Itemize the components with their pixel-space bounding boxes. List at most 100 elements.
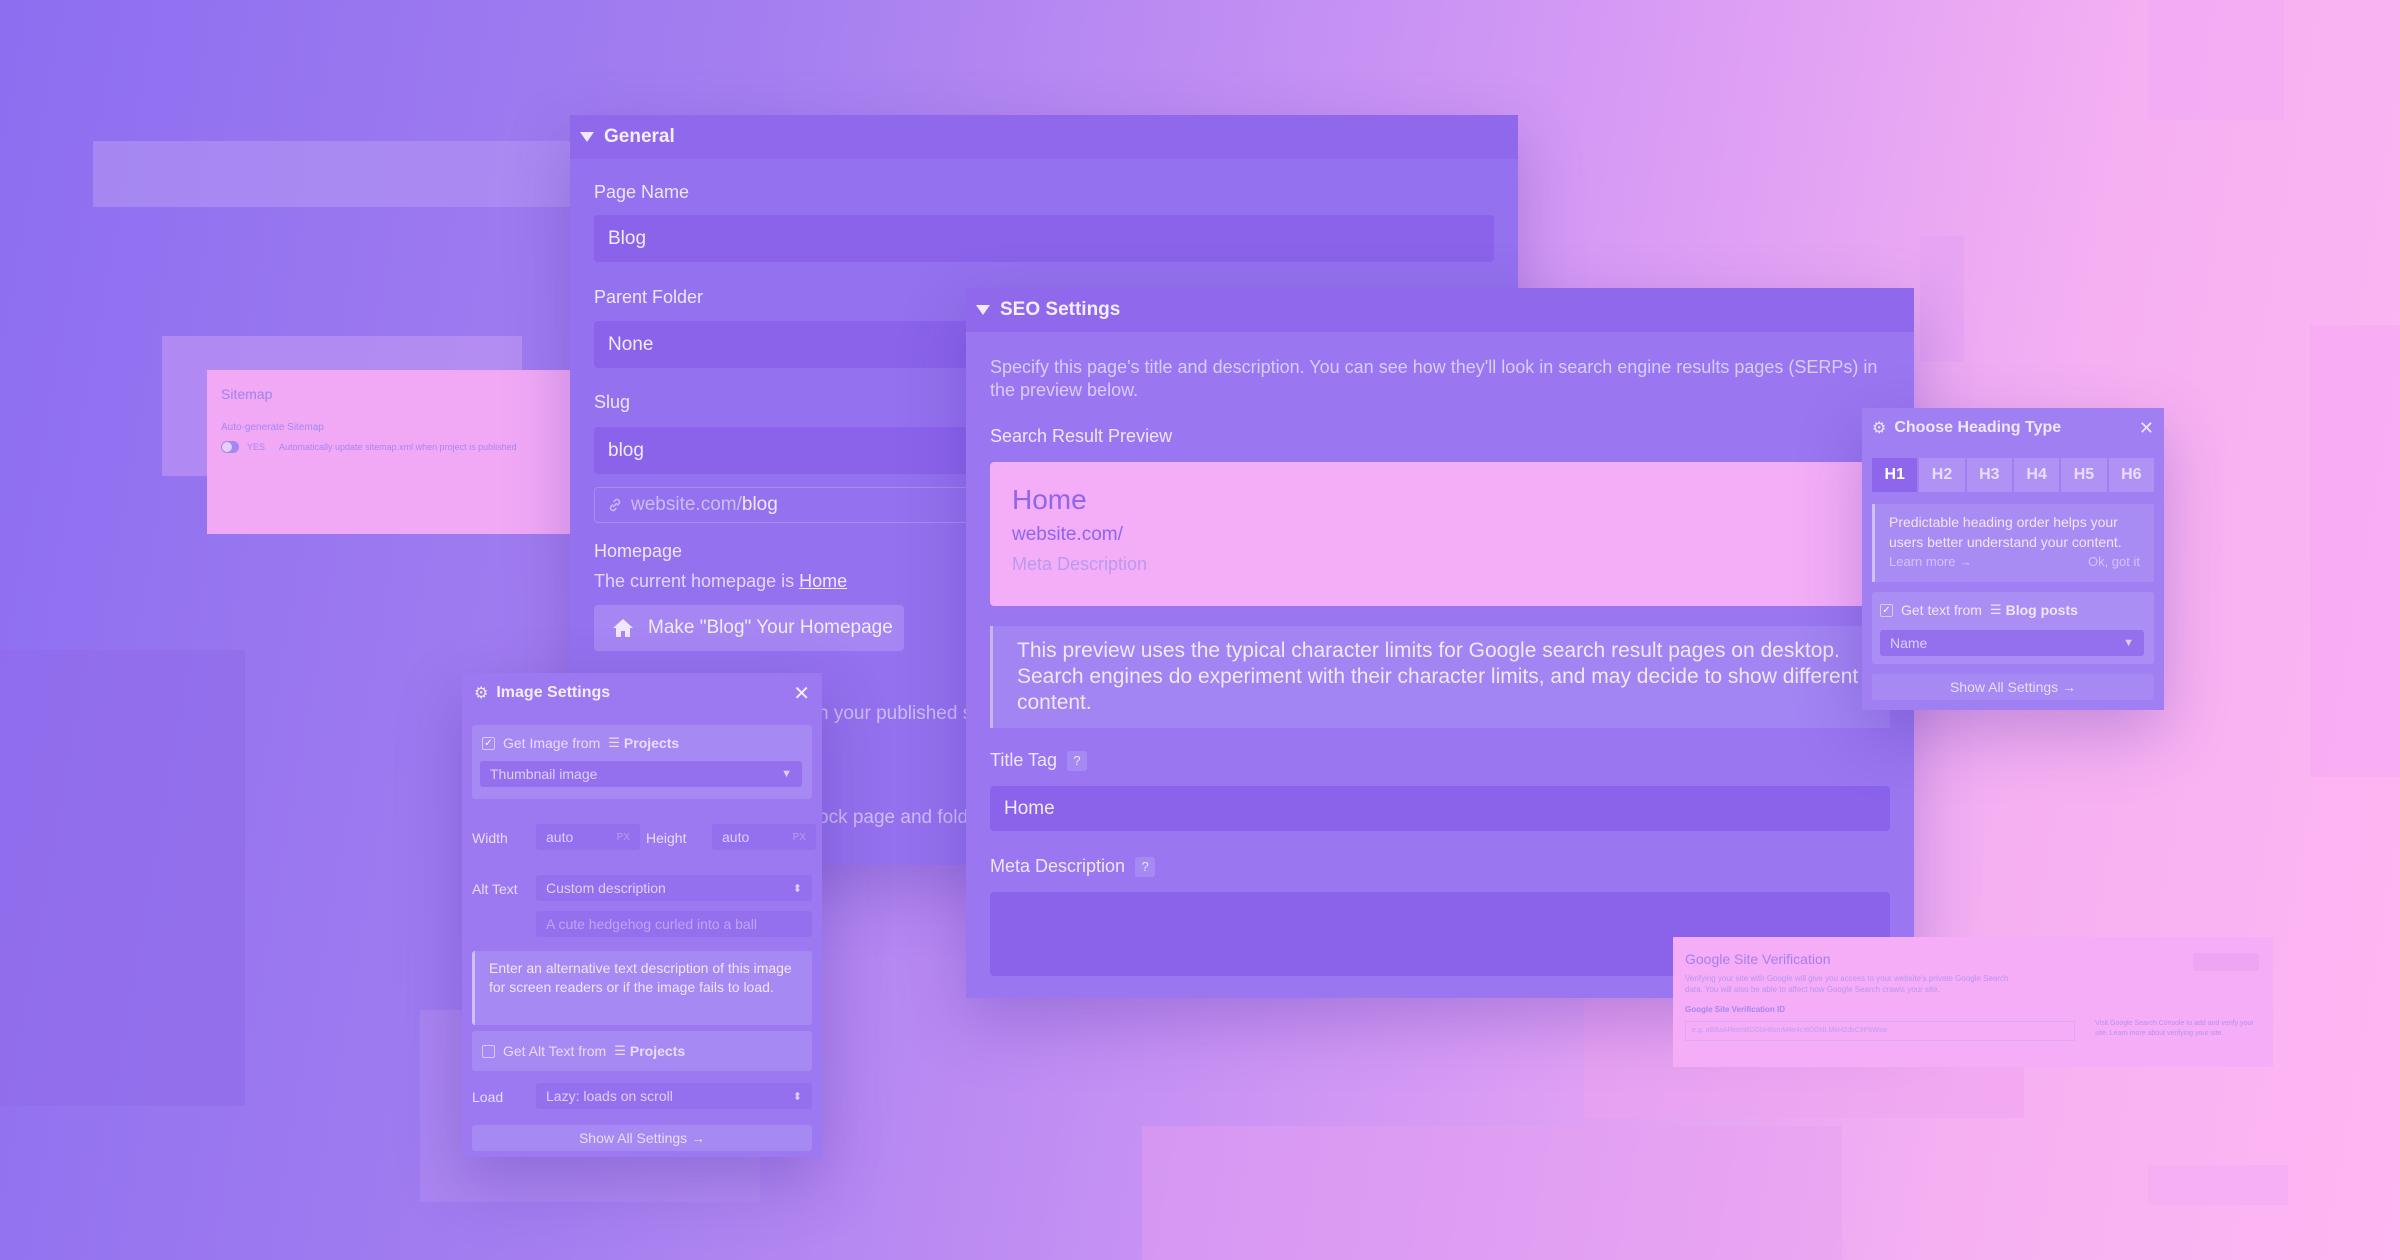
check-icon[interactable]: ✓	[1880, 603, 1893, 617]
chevron-down-icon: ▼	[781, 768, 792, 780]
homepage-link[interactable]: Home	[799, 571, 847, 591]
stack-icon: ☰	[614, 1043, 626, 1058]
partial-text-2: ock page and fold	[818, 807, 969, 828]
image-source-select[interactable]: Thumbnail image ▼	[480, 761, 802, 787]
tab-h6[interactable]: H6	[2108, 458, 2154, 492]
alt-text-mode-select[interactable]: Custom description ⬍	[536, 875, 812, 901]
search-result-preview: Home website.com/ Meta Description	[990, 462, 1890, 606]
get-alt-from-label: Get Alt Text from	[503, 1043, 607, 1059]
image-show-all-button[interactable]: Show All Settings →	[472, 1125, 812, 1151]
preview-note: This preview uses the typical character …	[990, 626, 1890, 728]
heading-field-select[interactable]: Name ▼	[1880, 630, 2144, 656]
make-homepage-button[interactable]: Make "Blog" Your Homepage	[594, 605, 904, 651]
homepage-text: The current homepage is Home	[594, 571, 847, 592]
heading-show-all-button[interactable]: Show All Settings →	[1872, 674, 2154, 700]
image-settings-title: Image Settings	[496, 684, 611, 701]
heading-type-panel: ⚙ Choose Heading Type ✕ H1 H2 H3 H4 H5 H…	[1862, 408, 2164, 710]
link-icon	[609, 498, 621, 512]
triangle-down-icon	[580, 132, 594, 142]
tab-h3[interactable]: H3	[1966, 458, 2012, 492]
check-icon[interactable]: ✓	[482, 736, 495, 750]
general-title: General	[604, 126, 675, 147]
sitemap-toggle-desc: Automatically update sitemap.xml when pr…	[279, 442, 517, 452]
partial-text-1: n your published s	[818, 703, 973, 724]
height-value: auto	[722, 829, 750, 845]
search-preview-label: Search Result Preview	[990, 426, 1173, 446]
tab-h2[interactable]: H2	[1919, 458, 1965, 492]
meta-description-label-row: Meta Description ?	[990, 856, 1156, 877]
tab-h1[interactable]: H1	[1872, 458, 1918, 492]
seo-title: SEO Settings	[1000, 299, 1121, 320]
ok-got-it-button[interactable]: Ok, got it	[2088, 552, 2140, 572]
gsv-button[interactable]	[2193, 953, 2259, 971]
alt-text-label: Alt Text	[472, 881, 518, 897]
sitemap-toggle[interactable]	[221, 441, 239, 453]
image-settings-panel: ⚙ Image Settings ✕ ✓ Get Image from ☰ Pr…	[462, 673, 822, 1157]
gear-icon: ⚙	[1872, 420, 1887, 437]
homepage-text-prefix: The current homepage is	[594, 571, 800, 591]
make-homepage-label: Make "Blog" Your Homepage	[648, 617, 893, 638]
bg-rect-8	[2310, 325, 2400, 777]
question-icon[interactable]: ?	[1135, 856, 1156, 877]
heading-header: ⚙ Choose Heading Type ✕	[1862, 408, 2164, 448]
homepage-label: Homepage	[594, 541, 683, 561]
height-unit: PX	[792, 831, 806, 843]
bg-rect-7	[2148, 0, 2284, 120]
width-value: auto	[546, 829, 574, 845]
gsv-input[interactable]: e.g. aBBaAf4mmBDGbH8xmM4e4cI6D0XtLMkHZdk…	[1685, 1021, 2075, 1041]
get-alt-box: Get Alt Text from ☰ Projects	[472, 1031, 812, 1071]
serp-meta: Meta Description	[1012, 554, 1148, 574]
gsv-side-text: Visit Google Search Console to add and v…	[2095, 1020, 2254, 1037]
gsv-title: Google Site Verification	[1685, 951, 1831, 967]
close-icon[interactable]: ✕	[2139, 418, 2154, 439]
bg-rect-1	[93, 141, 593, 207]
projects-label: Projects	[623, 735, 680, 751]
title-tag-input[interactable]: Home	[990, 786, 1890, 831]
tab-h4[interactable]: H4	[2013, 458, 2060, 492]
slug-url-slug: blog	[741, 494, 778, 515]
gsv-field-label: Google Site Verification ID	[1685, 1005, 1786, 1014]
alt-source-checkbox[interactable]	[482, 1044, 495, 1058]
width-input[interactable]: auto PX	[536, 824, 640, 850]
load-select[interactable]: Lazy: loads on scroll ⬍	[536, 1083, 812, 1109]
alt-text-input[interactable]: A cute hedgehog curled into a ball	[536, 911, 812, 937]
width-label: Width	[472, 830, 508, 846]
get-text-box: ✓ Get text from ☰ Blog posts Name ▼	[1872, 592, 2154, 664]
image-source-value: Thumbnail image	[490, 766, 598, 782]
question-icon[interactable]: ?	[1067, 750, 1088, 771]
heading-title: Choose Heading Type	[1894, 419, 2062, 436]
close-icon[interactable]: ✕	[793, 681, 810, 706]
learn-more-link[interactable]: Learn more →	[1889, 552, 1972, 572]
parent-folder-select[interactable]: None	[594, 321, 984, 368]
load-value: Lazy: loads on scroll	[546, 1088, 673, 1104]
general-header[interactable]: General	[570, 115, 1518, 159]
bg-rect-3	[0, 650, 245, 1106]
get-image-from-label: Get Image from	[503, 735, 601, 751]
tab-h5[interactable]: H5	[2061, 458, 2107, 492]
alt-text-mode-value: Custom description	[546, 880, 666, 896]
height-label: Height	[646, 830, 687, 846]
stack-icon: ☰	[1989, 602, 2002, 617]
parent-folder-label: Parent Folder	[594, 287, 704, 307]
page-name-label: Page Name	[594, 182, 690, 202]
home-icon	[613, 619, 633, 637]
bg-rect-10	[2148, 1165, 2288, 1205]
alt-note: Enter an alternative text description of…	[472, 951, 812, 1025]
heading-tabs: H1 H2 H3 H4 H5 H6	[1872, 458, 2154, 492]
stack-icon: ☰	[608, 735, 620, 750]
page-name-input[interactable]: Blog	[594, 215, 1494, 262]
title-tag-label: Title Tag	[990, 750, 1058, 770]
get-image-box: ✓ Get Image from ☰ Projects Thumbnail im…	[472, 725, 812, 799]
slug-url[interactable]: website.com/blog	[594, 487, 994, 523]
height-input[interactable]: auto PX	[712, 824, 816, 850]
slug-label: Slug	[594, 392, 631, 412]
chevron-down-icon: ⬍	[792, 882, 802, 895]
title-tag-label-row: Title Tag ?	[990, 750, 1088, 771]
seo-header[interactable]: SEO Settings	[966, 288, 1914, 332]
bg-rect-5	[1142, 1126, 1842, 1260]
sitemap-subtitle: Auto-generate Sitemap	[221, 422, 324, 433]
heading-note: Predictable heading order helps your use…	[1872, 504, 2154, 582]
slug-input[interactable]: blog	[594, 427, 984, 474]
heading-field-value: Name	[1890, 635, 1928, 651]
gsv-description: Verifying your site with Google will giv…	[1685, 974, 2009, 994]
